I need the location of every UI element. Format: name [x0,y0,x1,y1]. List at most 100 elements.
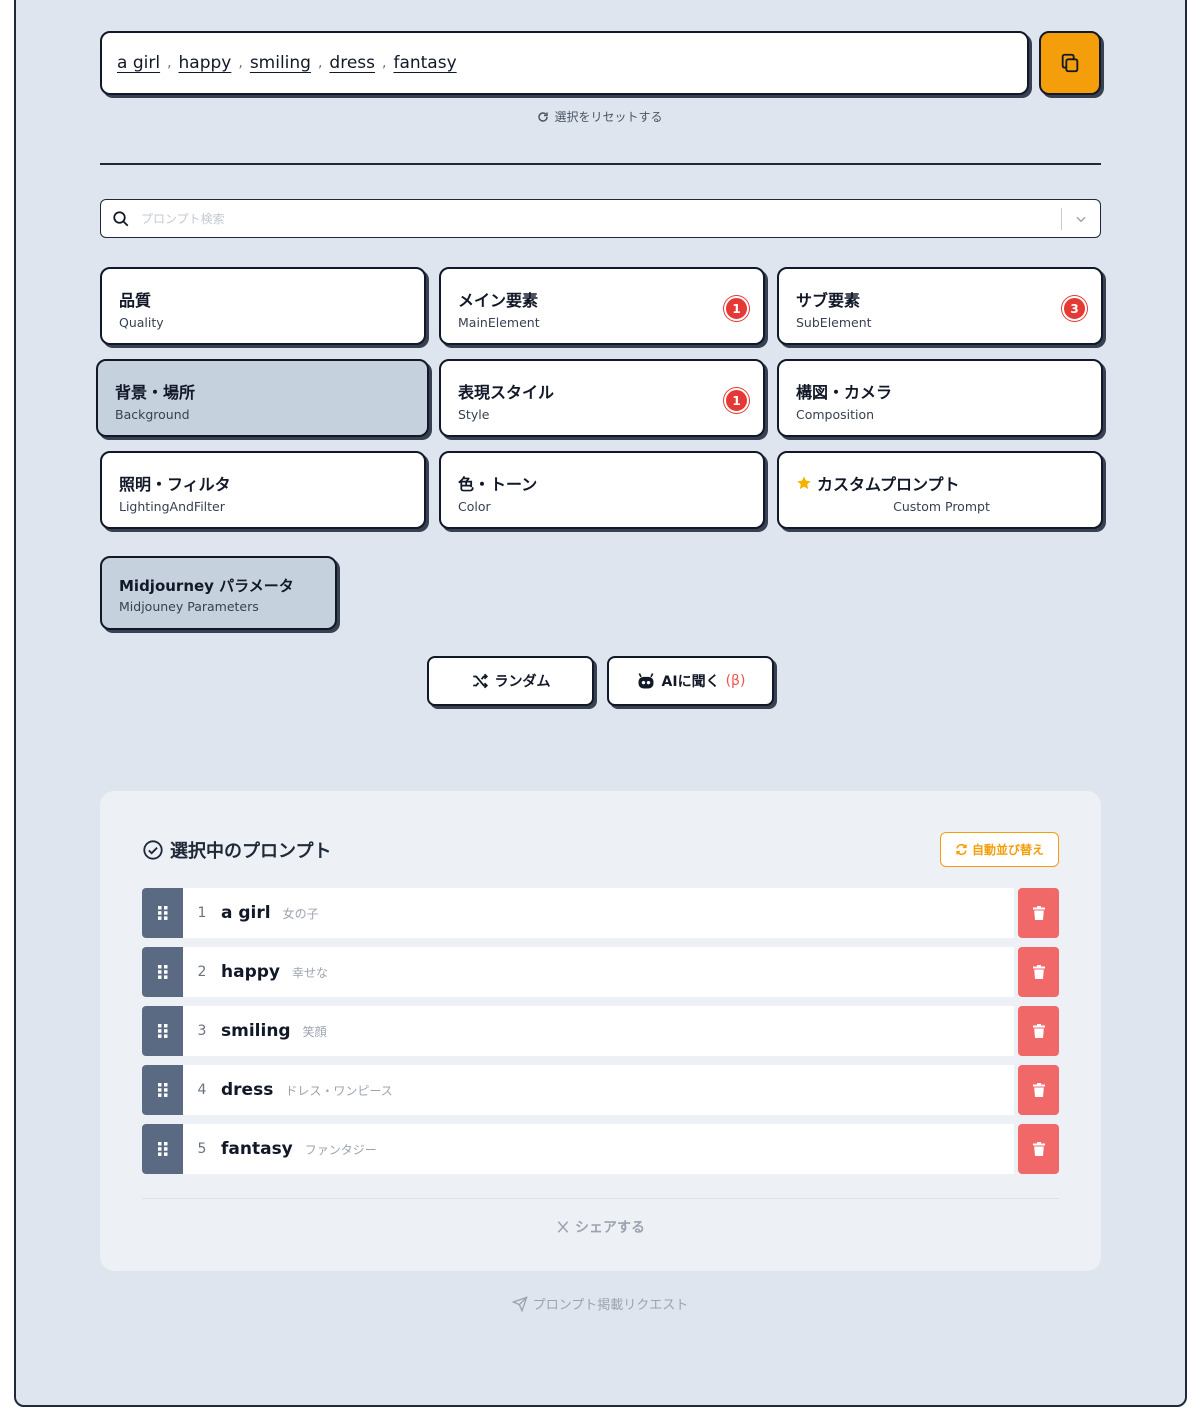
ask-ai-label: AIに聞く [661,674,720,690]
category-color[interactable]: 色・トーン Color [439,451,765,529]
panel-divider [142,1198,1059,1199]
list-item: 5 fantasy ファンタジー [142,1124,1059,1174]
panel-title-text: 選択中のプロンプト [170,841,332,862]
list-item: 1 a girl 女の子 [142,888,1059,938]
category-title: 表現スタイル [458,383,555,402]
panel-title: 選択中のプロンプト [142,837,331,863]
prompt-token[interactable]: happy [179,53,232,73]
category-subtitle: Background [115,407,190,422]
category-quality[interactable]: 品質 Quality [100,267,426,345]
drag-handle-icon[interactable] [142,888,183,938]
category-title: 色・トーン [458,475,538,494]
x-logo-icon [557,1221,569,1233]
token-separator: , [238,55,243,71]
midjourney-parameters[interactable]: Midjourney パラメータ Midjouney Parameters [100,556,337,630]
category-title-row: カスタムプロンプト [796,471,1101,495]
delete-button[interactable] [1018,1006,1059,1056]
prompt-search[interactable] [100,199,1101,238]
category-subtitle: Custom Prompt [893,499,990,514]
count-badge: 1 [724,296,749,321]
reset-selection[interactable]: 選択をリセットする [0,108,1200,126]
check-circle-icon [143,840,163,860]
auto-sort-label: 自動並び替え [971,843,1044,857]
category-subtitle: LightingAndFilter [119,499,225,514]
drag-handle-icon[interactable] [142,1124,183,1174]
search-icon [101,210,141,228]
reset-label: 選択をリセットする [554,110,663,124]
beta-label: (β) [725,673,746,689]
item-number: 5 [197,1141,207,1157]
delete-button[interactable] [1018,1124,1059,1174]
prompt-token[interactable]: a girl [117,53,160,73]
drag-handle-icon[interactable] [142,1065,183,1115]
list-item: 4 dress ドレス・ワンピース [142,1065,1059,1115]
category-custom-prompt[interactable]: カスタムプロンプト Custom Prompt [777,451,1103,529]
refresh-icon [538,111,549,122]
trash-icon [1032,1142,1045,1156]
category-subtitle: SubElement [796,315,872,330]
delete-button[interactable] [1018,947,1059,997]
robot-icon [638,673,654,689]
category-title: 構図・カメラ [796,383,893,402]
ask-ai-button[interactable]: AIに聞く (β) [607,656,774,706]
item-number: 2 [197,964,207,980]
item-word: smiling [221,1021,291,1041]
item-word: fantasy [221,1139,293,1159]
random-button[interactable]: ランダム [427,656,594,706]
item-translation: 女の子 [282,906,319,921]
trash-icon [1032,1083,1045,1097]
category-style[interactable]: 表現スタイル Style 1 [439,359,765,437]
category-subtitle: MainElement [458,315,540,330]
category-subtitle: Composition [796,407,875,422]
category-background[interactable]: 背景・場所 Background [96,359,429,437]
token-separator: , [317,55,323,71]
random-label: ランダム [494,674,551,690]
share-button[interactable]: シェアする [100,1217,1101,1238]
prompt-token[interactable]: smiling [250,53,311,73]
drag-handle-icon[interactable] [142,947,183,997]
sort-refresh-icon [956,843,967,856]
prompt-token[interactable]: fantasy [393,53,456,73]
prompt-token[interactable]: dress [329,53,375,73]
delete-button[interactable] [1018,1065,1059,1115]
list-item: 3 smiling 笑顔 [142,1006,1059,1056]
category-lighting-filter[interactable]: 照明・フィルタ LightingAndFilter [100,451,426,529]
trash-icon [1032,1024,1045,1038]
auto-sort-button[interactable]: 自動並び替え [940,832,1059,867]
item-number: 4 [197,1082,207,1098]
trash-icon [1032,965,1045,979]
category-composition[interactable]: 構図・カメラ Composition [777,359,1103,437]
prompt-output[interactable]: a girl , happy , smiling , dress , fanta… [100,31,1029,95]
selected-prompts-panel: 選択中のプロンプト 自動並び替え 1 a girl 女の子 2 happy 幸せ… [100,791,1101,1271]
item-translation: 幸せな [292,965,329,980]
category-title: 品質 [119,291,152,310]
category-main-element[interactable]: メイン要素 MainElement 1 [439,267,765,345]
category-subtitle: Style [458,407,490,422]
token-separator: , [167,55,172,71]
search-input[interactable] [141,211,1061,226]
item-translation: 笑顔 [302,1024,327,1039]
copy-icon [1061,53,1079,73]
drag-handle-icon[interactable] [142,1006,183,1056]
token-separator: , [382,55,387,71]
request-label: プロンプト掲載リクエスト [532,1298,689,1313]
item-translation: ドレス・ワンピース [285,1083,393,1098]
midjourney-subtitle: Midjouney Parameters [119,599,259,614]
category-sub-element[interactable]: サブ要素 SubElement 3 [777,267,1103,345]
divider [100,163,1101,165]
item-word: happy [221,962,280,982]
delete-button[interactable] [1018,888,1059,938]
category-title: サブ要素 [796,291,861,310]
send-icon [511,1295,528,1312]
category-subtitle: Quality [119,315,164,330]
copy-button[interactable] [1039,31,1101,95]
item-word: a girl [221,903,271,923]
count-badge: 1 [724,388,749,413]
category-title: 背景・場所 [115,383,196,402]
midjourney-title: Midjourney パラメータ [119,577,294,595]
item-number: 3 [197,1023,207,1039]
chevron-down-icon[interactable] [1062,212,1100,226]
item-translation: ファンタジー [304,1142,377,1157]
prompt-request-link[interactable]: プロンプト掲載リクエスト [0,1294,1200,1316]
category-title: 照明・フィルタ [119,475,231,494]
